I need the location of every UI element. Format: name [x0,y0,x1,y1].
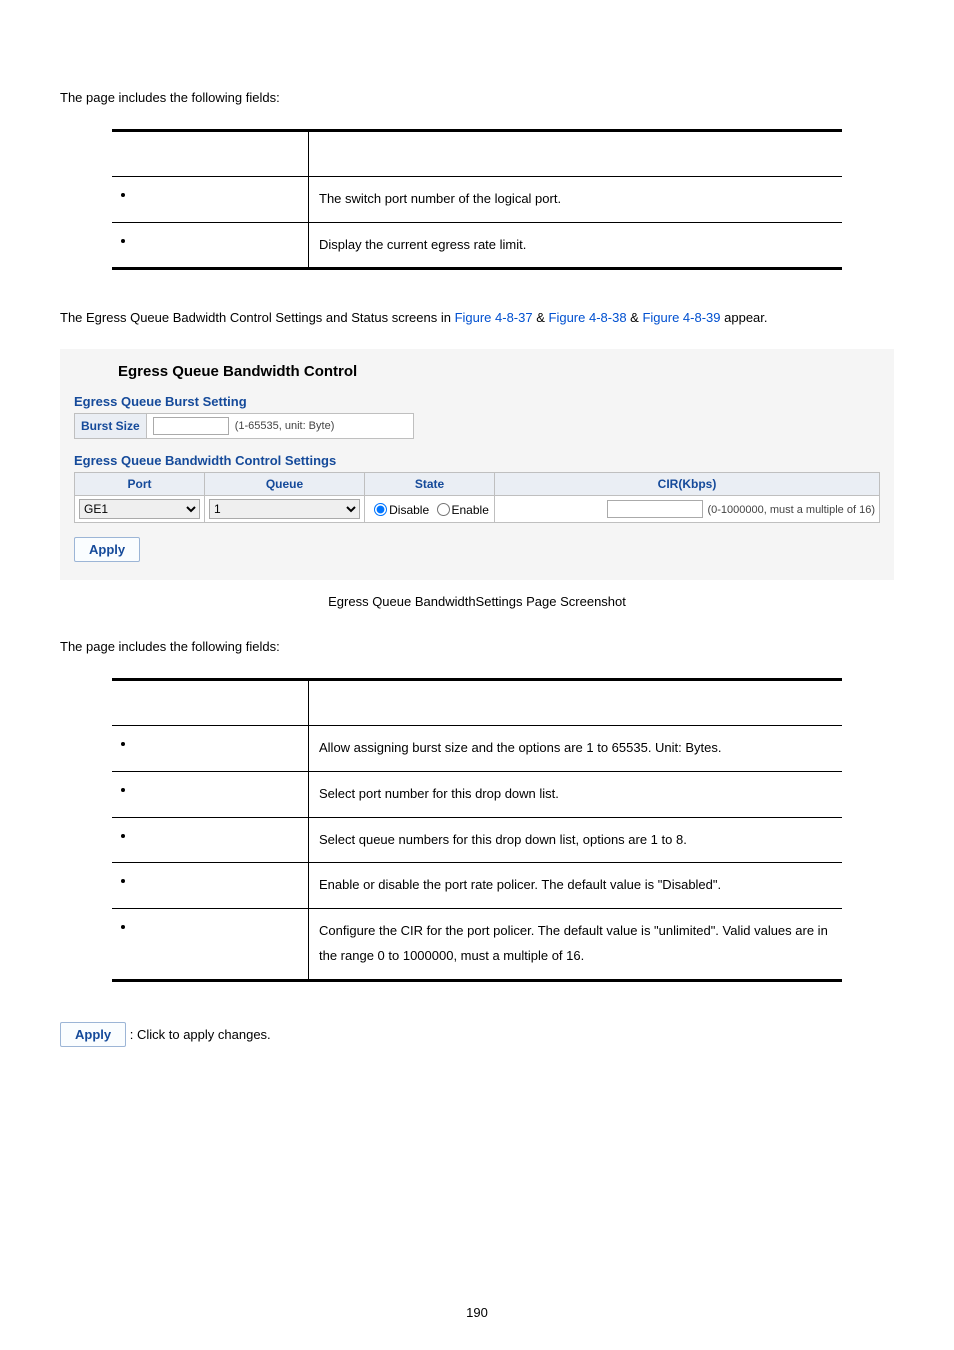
state-disable-label: Disable [389,503,429,517]
text: & [533,310,549,325]
list-item [136,187,300,202]
burst-size-input[interactable] [153,417,229,435]
page-number: 190 [0,1305,954,1320]
figure-link[interactable]: Figure 4-8-38 [549,310,627,325]
list-item [136,233,300,248]
header-state: State [365,473,495,496]
field-desc: The switch port number of the logical po… [309,177,843,223]
burst-section-title: Egress Queue Burst Setting [74,394,880,409]
burst-row: Burst Size (1-65535, unit: Byte) [74,413,414,439]
field-desc: Select queue numbers for this drop down … [309,817,843,863]
state-enable-label: Enable [452,503,489,517]
table-row: Select queue numbers for this drop down … [112,817,842,863]
field-table-1: The switch port number of the logical po… [112,129,842,270]
header-cir: CIR(Kbps) [495,473,880,496]
cir-hint: (0-1000000, must a multiple of 16) [707,504,875,516]
figure-link[interactable]: Figure 4-8-37 [455,310,533,325]
state-enable-radio[interactable] [437,503,450,516]
table-row: Allow assigning burst size and the optio… [112,726,842,772]
table-row: Enable or disable the port rate policer.… [112,863,842,909]
port-select[interactable]: GE1 [79,499,200,519]
field-table-2: Allow assigning burst size and the optio… [112,678,842,981]
text: & [627,310,643,325]
apply-button-inline[interactable]: Apply [60,1022,126,1047]
apply-inline-text: : Click to apply changes. [130,1027,271,1042]
figure-link[interactable]: Figure 4-8-39 [642,310,720,325]
screenshot-title: Egress Queue Bandwidth Control [74,359,880,390]
field-desc: Allow assigning burst size and the optio… [309,726,843,772]
ctrl-table: Port Queue State CIR(Kbps) GE1 1 Disabl [74,472,880,523]
ctrl-section-title: Egress Queue Bandwidth Control Settings [74,453,880,468]
cir-input[interactable] [607,500,703,518]
table-row: The switch port number of the logical po… [112,177,842,223]
field-desc: Select port number for this drop down li… [309,772,843,818]
intro-text-2: The page includes the following fields: [60,639,894,654]
queue-select[interactable]: 1 [209,499,360,519]
list-item [136,873,300,888]
burst-size-hint: (1-65535, unit: Byte) [235,420,335,432]
table-row: Display the current egress rate limit. [112,222,842,269]
state-disable-radio[interactable] [374,503,387,516]
screenshot-panel: Egress Queue Bandwidth Control Egress Qu… [60,349,894,580]
text: The Egress Queue Badwidth Control Settin… [60,310,455,325]
apply-button[interactable]: Apply [74,537,140,562]
table-row: GE1 1 Disable Enable (0-1000000, must a … [75,496,880,523]
header-queue: Queue [205,473,365,496]
figure-ref-text: The Egress Queue Badwidth Control Settin… [60,310,894,325]
text: appear. [721,310,768,325]
header-port: Port [75,473,205,496]
burst-size-label: Burst Size [75,414,147,438]
list-item [136,919,300,934]
field-desc: Configure the CIR for the port policer. … [309,909,843,980]
list-item [136,736,300,751]
table-row: Select port number for this drop down li… [112,772,842,818]
list-item [136,828,300,843]
field-desc: Enable or disable the port rate policer.… [309,863,843,909]
screenshot-caption: Egress Queue BandwidthSettings Page Scre… [60,594,894,609]
table-row: Configure the CIR for the port policer. … [112,909,842,980]
intro-text-1: The page includes the following fields: [60,90,894,105]
list-item [136,782,300,797]
field-desc: Display the current egress rate limit. [309,222,843,269]
